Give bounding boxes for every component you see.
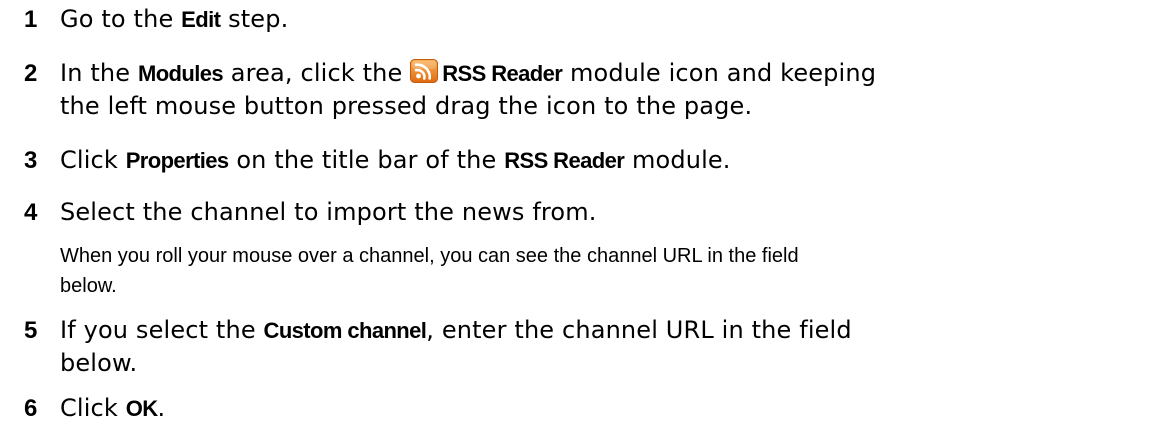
- step-3: 3 Click Properties on the title bar of t…: [0, 144, 1143, 177]
- step-text: step.: [220, 5, 289, 33]
- step-text: Select the channel to import the news fr…: [60, 198, 597, 226]
- step-1: 1 Go to the Edit step.: [0, 3, 1143, 36]
- step-4: 4 Select the channel to import the news …: [0, 196, 1143, 229]
- ui-term-custom-channel: Custom channel: [263, 318, 427, 343]
- step-text-continued: below.: [60, 349, 138, 377]
- ui-term-rss-reader: RSS Reader: [504, 148, 625, 173]
- step-number: 4: [24, 199, 38, 226]
- step-text: module.: [624, 146, 731, 174]
- step-text: , enter the channel URL in the field: [426, 316, 852, 344]
- note-text: When you roll your mouse over a channel,…: [60, 245, 799, 267]
- ui-term-edit: Edit: [181, 7, 221, 32]
- step-text: on the title bar of the: [228, 146, 505, 174]
- step-number: 2: [24, 60, 38, 87]
- step-text: Go to the: [60, 5, 182, 33]
- step-text: Click: [60, 146, 126, 174]
- ui-term-modules: Modules: [137, 61, 224, 86]
- step-text: module icon and keeping: [562, 59, 877, 87]
- step-5: 5 If you select the Custom channel, ente…: [0, 314, 1143, 380]
- step-text: Click: [60, 394, 126, 422]
- step-text: If you select the: [60, 316, 264, 344]
- step-6: 6 Click OK.: [0, 392, 1143, 425]
- step-4-note: When you roll your mouse over a channel,…: [60, 241, 1133, 301]
- step-text-continued: the left mouse button pressed drag the i…: [60, 92, 753, 120]
- ui-term-ok: OK: [125, 396, 158, 421]
- rss-feed-icon: [410, 59, 439, 83]
- step-text: In the: [60, 59, 138, 87]
- step-text: .: [157, 394, 166, 422]
- step-number: 3: [24, 147, 38, 174]
- instructions-document: 1 Go to the Edit step. 2 In the Modules …: [0, 0, 1153, 435]
- step-number: 6: [24, 395, 38, 422]
- step-number: 1: [24, 6, 38, 33]
- ui-term-rss-reader: RSS Reader: [442, 61, 563, 86]
- ui-term-properties: Properties: [125, 148, 229, 173]
- step-text: area, click the: [223, 59, 411, 87]
- step-2: 2 In the Modules area, click the RSS Rea…: [0, 57, 1143, 123]
- step-number: 5: [24, 317, 38, 344]
- note-text-continued: below.: [60, 275, 117, 297]
